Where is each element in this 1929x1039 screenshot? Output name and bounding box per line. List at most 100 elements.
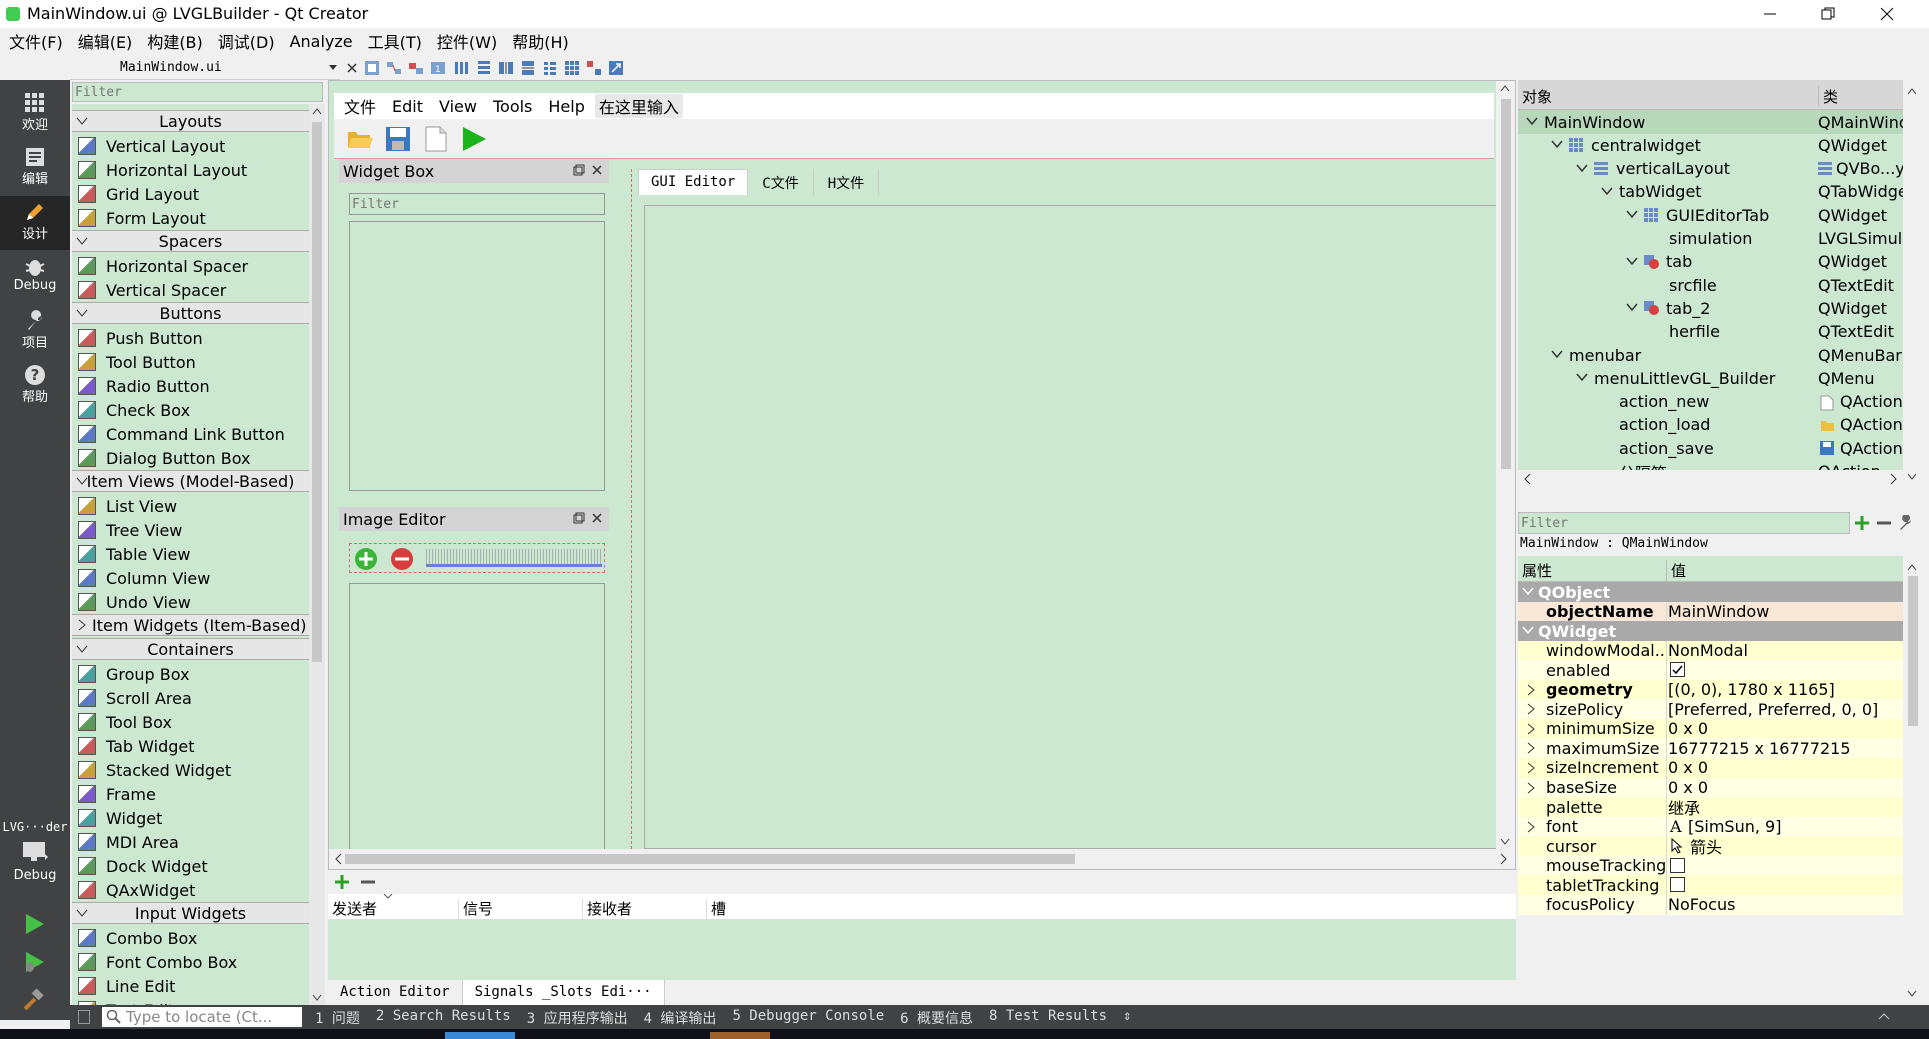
inspector-header-class[interactable]: 类 [1818,86,1838,106]
widget-category-2[interactable]: Buttons [72,302,309,324]
mode-design[interactable]: 设计 [0,196,70,250]
widget-item[interactable]: Text Edit [72,998,309,1005]
object-tree-row[interactable]: verticalLayout QVBo...y [1518,157,1903,181]
property-row[interactable]: baseSize 0 x 0 [1518,777,1903,798]
close-icon[interactable] [1872,6,1902,22]
pane-search-results[interactable]: 2 Search Results [376,1008,511,1028]
widget-item[interactable]: Line Edit [72,974,309,998]
edit-widgets-icon[interactable] [364,60,380,76]
widget-item[interactable]: Tab Widget [72,734,309,758]
edit-signals-icon[interactable] [386,60,402,76]
layout-grid-icon[interactable] [564,60,580,76]
new-file-icon[interactable] [424,125,448,153]
widget-item[interactable]: Vertical Spacer [72,278,309,302]
edit-tab-order-icon[interactable]: 1 [430,60,446,76]
mode-help[interactable]: ? 帮助 [0,360,70,412]
remove-image-icon[interactable] [390,547,414,571]
float-icon[interactable] [573,164,585,176]
chevron-down-icon[interactable] [1626,256,1638,266]
col-sender[interactable]: 发送者 [332,898,377,919]
image-name-input[interactable] [426,549,602,567]
open-folder-icon[interactable] [346,126,374,152]
chevron-right-icon[interactable] [1526,782,1536,794]
menu-help[interactable]: 帮助(H) [512,29,569,53]
menu-analyze[interactable]: Analyze [290,32,353,51]
property-row[interactable]: objectName MainWindow [1518,601,1903,622]
inspector-hscrollbar[interactable] [1518,470,1903,488]
object-tree-row[interactable]: herfile QTextEdit [1518,320,1903,344]
pane-application-output[interactable]: 3 应用程序输出 [527,1008,628,1028]
widget-category-4[interactable]: Item Widgets (Item-Based) [72,614,309,636]
chevron-down-icon[interactable] [1576,163,1588,173]
pane-general-messages[interactable]: 6 概要信息 [900,1008,973,1028]
object-tree-row[interactable]: GUIEditorTab QWidget [1518,203,1903,227]
run-icon[interactable] [22,912,46,936]
pane-issues[interactable]: 1 问题 [315,1008,360,1028]
object-tree-row[interactable]: menubar QMenuBar [1518,343,1903,367]
chevron-down-icon[interactable] [1522,586,1534,596]
widget-item[interactable]: Column View [72,566,309,590]
property-row[interactable]: sizeIncrement 0 x 0 [1518,757,1903,778]
close-document-icon[interactable] [346,62,358,74]
tab-gui-editor[interactable]: GUI Editor [638,169,749,195]
col-receiver[interactable]: 接收者 [582,898,632,919]
property-filter-input[interactable] [1518,512,1850,534]
property-group[interactable]: QObject [1518,582,1903,602]
widget-item[interactable]: MDI Area [72,830,309,854]
widget-item[interactable]: Widget [72,806,309,830]
tab-action-editor[interactable]: Action Editor [328,980,463,1005]
object-tree-row[interactable]: simulation LVGLSimula [1518,227,1903,251]
float-icon[interactable] [573,512,585,524]
chevron-right-icon[interactable] [1526,703,1536,715]
widget-category-0[interactable]: Layouts [72,110,309,132]
pane-test-results[interactable]: 8 Test Results [989,1008,1107,1028]
property-row[interactable]: geometry [(0, 0), 1780 x 1165] [1518,679,1903,700]
save-disk-icon[interactable] [384,125,412,153]
widget-item[interactable]: Combo Box [72,926,309,950]
remove-property-icon[interactable] [1876,515,1892,531]
inspector-vscrollbar[interactable] [1903,80,1922,488]
property-row[interactable]: tabletTracking [1518,875,1903,896]
chevron-down-icon[interactable] [328,64,338,72]
property-row[interactable]: windowModal... NonModal [1518,640,1903,661]
widget-item[interactable]: Grid Layout [72,182,309,206]
menu-tools[interactable]: 工具(T) [368,29,422,53]
widget-item[interactable]: List View [72,494,309,518]
chevron-down-icon[interactable] [1576,372,1588,382]
property-header-name[interactable]: 属性 [1522,560,1552,581]
adjust-size-icon[interactable] [608,60,624,76]
menu-file[interactable]: 文件(F) [9,29,63,53]
checkbox-unchecked[interactable] [1670,877,1685,893]
chevron-down-icon[interactable] [1626,302,1638,312]
break-layout-icon[interactable] [586,60,602,76]
object-tree-row[interactable]: action_new QAction [1518,390,1903,414]
property-row[interactable]: focusPolicy NoFocus [1518,894,1903,915]
add-image-icon[interactable] [354,547,378,571]
object-tree-row[interactable]: action_save QAction [1518,436,1903,460]
widget-item[interactable]: Stacked Widget [72,758,309,782]
form-menu-tools[interactable]: Tools [493,97,532,116]
add-property-icon[interactable] [1854,515,1870,531]
mode-debug[interactable]: Debug [0,252,70,304]
run-simulation-icon[interactable] [460,125,488,153]
widget-box-scrollbar[interactable] [309,104,325,1005]
layout-vertical-icon[interactable] [476,60,492,76]
form-menu-help[interactable]: Help [548,97,584,116]
widget-category-5[interactable]: Containers [72,638,309,660]
debug-run-icon[interactable] [22,950,46,974]
kit-selector[interactable]: LVG···der Debug [0,820,70,900]
tab-signals-slots-editor[interactable]: Signals _Slots Edi··· [462,980,665,1005]
property-vscrollbar[interactable] [1903,556,1922,1005]
widget-item[interactable]: Scroll Area [72,686,309,710]
dock-filter-input[interactable] [349,193,605,215]
widget-filter-input[interactable] [72,82,323,102]
type-here-placeholder[interactable]: 在这里输入 [594,94,683,118]
widget-item[interactable]: Tool Button [72,350,309,374]
document-filename[interactable]: MainWindow.ui [120,60,222,75]
object-tree-row[interactable]: tab_2 QWidget [1518,296,1903,320]
widget-item[interactable]: Check Box [72,398,309,422]
pane-debugger-console[interactable]: 5 Debugger Console [732,1008,884,1028]
chevron-down-icon[interactable] [1526,116,1538,126]
form-menu-edit[interactable]: Edit [392,97,423,116]
tab-h-file[interactable]: H文件 [814,169,880,195]
